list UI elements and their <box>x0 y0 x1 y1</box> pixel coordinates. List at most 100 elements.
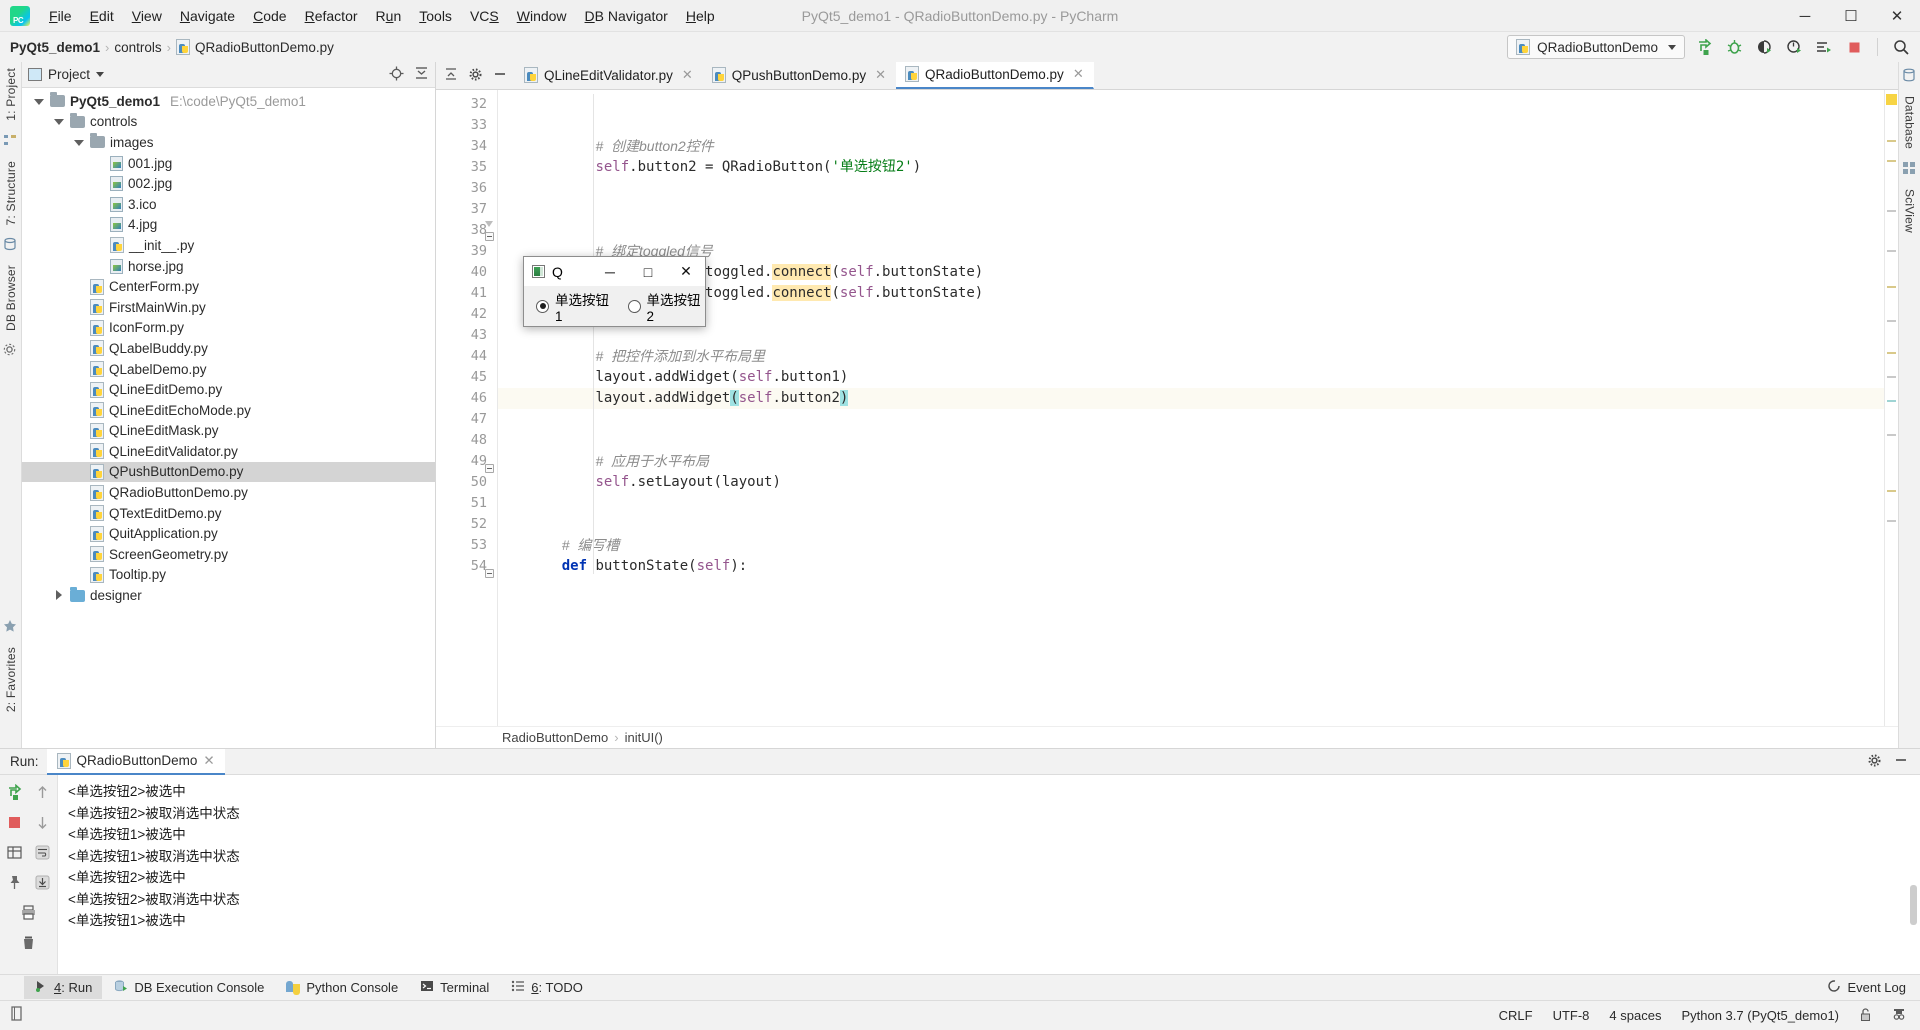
encoding-label[interactable]: UTF-8 <box>1553 1008 1590 1023</box>
menu-file[interactable]: File <box>40 4 81 28</box>
editor-tab-qradiobuttondemo[interactable]: QRadioButtonDemo.py ✕ <box>895 62 1094 89</box>
close-button[interactable]: ✕ <box>1874 0 1920 32</box>
tool-button-db-execution-console[interactable]: DB Execution Console <box>104 976 274 999</box>
fold-arrow-icon[interactable] <box>485 220 494 229</box>
console-scrollbar[interactable] <box>1910 775 1917 974</box>
menu-vcs[interactable]: VCS <box>461 4 508 28</box>
soft-wrap-icon[interactable] <box>32 841 54 863</box>
gear-icon[interactable] <box>1867 753 1882 771</box>
line-number[interactable]: 44 <box>436 346 497 367</box>
qt-close-button[interactable]: ✕ <box>667 257 705 286</box>
locate-target-icon[interactable] <box>389 66 404 84</box>
menu-view[interactable]: View <box>123 4 171 28</box>
minimize-button[interactable]: ─ <box>1782 0 1828 32</box>
tool-button-run[interactable]: 4: Run <box>24 976 103 999</box>
tree-item[interactable]: 3.ico <box>22 194 435 215</box>
tree-item[interactable]: QLineEditEchoMode.py <box>22 400 435 421</box>
code-line[interactable] <box>498 94 1884 115</box>
editor-tab-qlineeditvalidator[interactable]: QLineEditValidator.py ✕ <box>515 62 703 89</box>
tree-item[interactable]: 4.jpg <box>22 215 435 236</box>
tree-item[interactable]: QLineEditDemo.py <box>22 379 435 400</box>
menu-navigate[interactable]: Navigate <box>171 4 244 28</box>
tree-item[interactable]: QLineEditMask.py <box>22 421 435 442</box>
line-number[interactable]: 33 <box>436 115 497 136</box>
breadcrumb-method[interactable]: initUI() <box>625 730 663 745</box>
line-number[interactable]: 34 <box>436 136 497 157</box>
line-number[interactable]: 46 <box>436 388 497 409</box>
tool-tab-db-browser[interactable]: DB Browser <box>2 259 20 337</box>
maximize-button[interactable]: ☐ <box>1828 0 1874 32</box>
twisty-expanded-icon[interactable] <box>34 96 45 107</box>
stop-button[interactable] <box>1843 36 1865 58</box>
line-number[interactable]: 40 <box>436 262 497 283</box>
menu-run[interactable]: Run <box>367 4 411 28</box>
line-number[interactable]: 43 <box>436 325 497 346</box>
fold-minus-icon[interactable] <box>485 232 494 241</box>
rerun-icon[interactable] <box>4 781 26 803</box>
twisty-collapsed-icon[interactable] <box>54 590 65 601</box>
code-line[interactable] <box>498 220 1884 241</box>
line-number[interactable]: 48 <box>436 430 497 451</box>
tree-item[interactable]: QLabelDemo.py <box>22 359 435 380</box>
editor-tab-qpushbuttondemo[interactable]: QPushButtonDemo.py ✕ <box>703 62 896 89</box>
profile-button[interactable] <box>1783 36 1805 58</box>
hide-panel-icon[interactable] <box>493 67 507 84</box>
qt-demo-window[interactable]: Q ─ □ ✕ 单选按钮1 单选按钮2 <box>523 256 706 327</box>
tool-button-terminal[interactable]: Terminal <box>410 976 499 999</box>
menu-bar[interactable]: File Edit View Navigate Code Refactor Ru… <box>40 4 724 28</box>
tree-item[interactable]: IconForm.py <box>22 318 435 339</box>
tool-tab-database[interactable]: Database <box>1901 90 1919 155</box>
tree-item[interactable]: FirstMainWin.py <box>22 297 435 318</box>
interpreter-label[interactable]: Python 3.7 (PyQt5_demo1) <box>1681 1008 1839 1023</box>
code-line[interactable] <box>498 178 1884 199</box>
menu-edit[interactable]: Edit <box>81 4 123 28</box>
menu-window[interactable]: Window <box>508 4 576 28</box>
line-number[interactable]: 42 <box>436 304 497 325</box>
lock-icon[interactable] <box>1859 1007 1872 1025</box>
tree-item[interactable]: QRadioButtonDemo.py <box>22 482 435 503</box>
code-line[interactable]: # 创建button2控件 <box>498 136 1884 157</box>
line-separator-label[interactable]: CRLF <box>1499 1008 1533 1023</box>
debug-button[interactable] <box>1723 36 1745 58</box>
code-line[interactable]: # 应用于水平布局 <box>498 451 1884 472</box>
code-line[interactable]: layout.addWidget(self.button1) <box>498 367 1884 388</box>
project-tree[interactable]: PyQt5_demo1 E:\code\PyQt5_demo1 controls im… <box>22 88 435 748</box>
twisty-expanded-icon[interactable] <box>74 137 85 148</box>
fold-minus-icon[interactable] <box>485 569 494 578</box>
run-tab-qradiobuttondemo[interactable]: QRadioButtonDemo ✕ <box>46 748 225 775</box>
code-content[interactable]: # 创建button2控件 self.button2 = QRadioButto… <box>498 90 1884 726</box>
twisty-expanded-icon[interactable] <box>54 116 65 127</box>
line-number[interactable]: 52 <box>436 514 497 535</box>
pin-icon[interactable] <box>4 871 26 893</box>
code-line[interactable]: layout.addWidget(self.button2) <box>498 388 1884 409</box>
code-line[interactable] <box>498 430 1884 451</box>
tree-item[interactable]: images <box>22 132 435 153</box>
tree-item[interactable]: CenterForm.py <box>22 276 435 297</box>
run-with-coverage-button[interactable] <box>1753 36 1775 58</box>
tree-item[interactable]: horse.jpg <box>22 256 435 277</box>
code-line[interactable] <box>498 493 1884 514</box>
close-icon[interactable]: ✕ <box>1073 66 1084 82</box>
console-scrollbar-thumb[interactable] <box>1910 885 1917 925</box>
menu-refactor[interactable]: Refactor <box>296 4 367 28</box>
line-number[interactable]: 35 <box>436 157 497 178</box>
inspector-icon[interactable] <box>1892 1007 1906 1025</box>
line-number-gutter[interactable]: 32 33 34 35 36 37 38 39 40 41 42 43 44 45 46 47 48 49 50 51… <box>436 90 498 726</box>
search-everywhere-icon[interactable] <box>1890 36 1912 58</box>
line-number[interactable]: 37 <box>436 199 497 220</box>
breadcrumb-item-controls[interactable]: controls <box>114 40 161 55</box>
event-log-button[interactable]: Event Log <box>1827 979 1920 996</box>
tree-item[interactable]: controls <box>22 112 435 133</box>
line-number[interactable]: 51 <box>436 493 497 514</box>
tool-tab-sciview[interactable]: SciView <box>1901 183 1919 239</box>
code-line[interactable]: # 把控件添加到水平布局里 <box>498 346 1884 367</box>
code-line[interactable] <box>498 514 1884 535</box>
radio-button-1[interactable]: 单选按钮1 <box>536 289 614 324</box>
tree-item[interactable]: QuitApplication.py <box>22 523 435 544</box>
code-line[interactable] <box>498 115 1884 136</box>
expand-editor-icon[interactable] <box>444 67 458 84</box>
grid-icon[interactable] <box>4 841 26 863</box>
menu-db-navigator[interactable]: DB Navigator <box>576 4 677 28</box>
code-line[interactable]: self.button2 = QRadioButton('单选按钮2') <box>498 157 1884 178</box>
breadcrumb-item-project[interactable]: PyQt5_demo1 <box>10 40 100 55</box>
